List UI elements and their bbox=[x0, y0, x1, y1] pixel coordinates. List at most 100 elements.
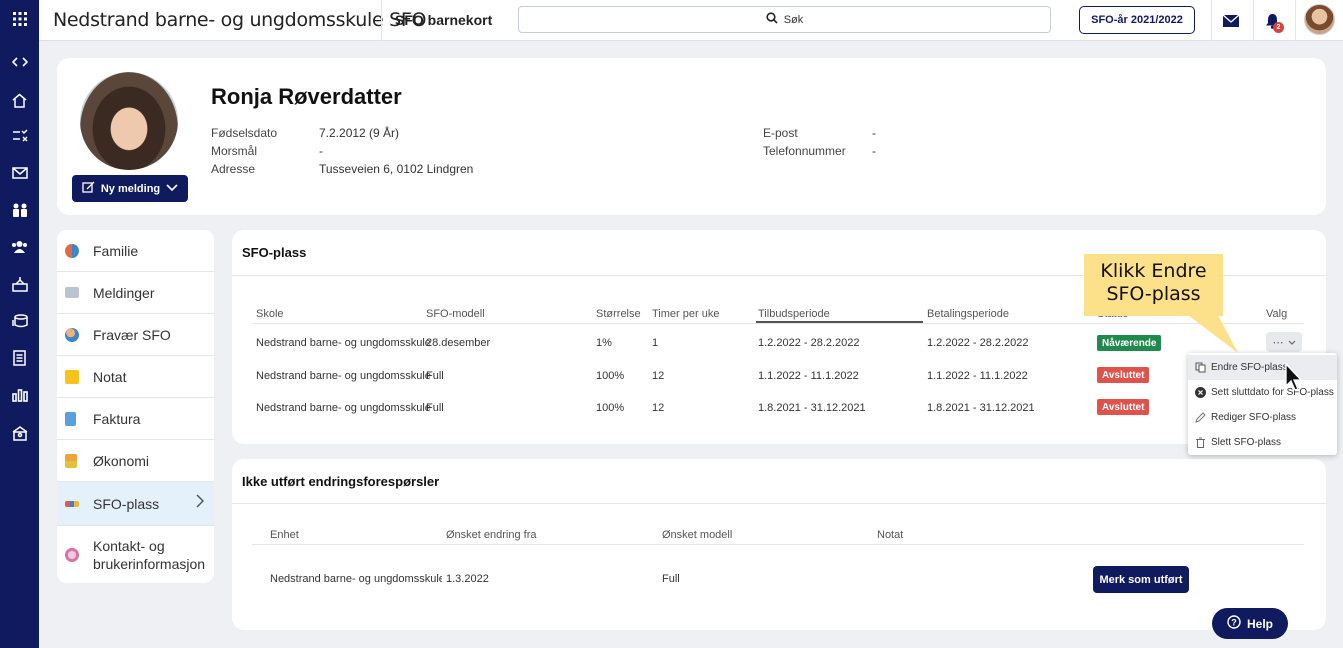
document-icon[interactable] bbox=[0, 343, 39, 373]
family-icon bbox=[65, 244, 79, 258]
menu-item-label: Faktura bbox=[93, 410, 141, 427]
table-cell: 1% bbox=[596, 337, 612, 349]
table-cell: 28.desember bbox=[426, 337, 491, 349]
search-icon bbox=[766, 12, 778, 27]
menu-item-meldinger[interactable]: Meldinger bbox=[57, 272, 214, 314]
address-label: Adresse bbox=[211, 162, 256, 176]
column-header[interactable]: Størrelse bbox=[596, 308, 641, 320]
student-name: Ronja Røverdatter bbox=[211, 84, 402, 109]
callout-pointer bbox=[1188, 315, 1238, 353]
mark-done-button[interactable]: Merk som utført bbox=[1093, 566, 1189, 593]
sort-indicator bbox=[756, 321, 923, 323]
search-input[interactable]: Søk bbox=[518, 6, 1051, 33]
menu-item-familie[interactable]: Familie bbox=[57, 230, 214, 272]
school-icon[interactable] bbox=[0, 269, 39, 299]
table-cell: 1.2.2022 - 28.2.2022 bbox=[758, 337, 860, 349]
menu-item-kontakt-og-brukerinformasjon[interactable]: Kontakt- og brukerinformasjon bbox=[57, 526, 214, 583]
table-cell: Full bbox=[426, 402, 444, 414]
column-header: Valg bbox=[1266, 308, 1288, 320]
menu-item-sett-sluttdato[interactable]: Sett sluttdato for SFO-plass bbox=[1188, 380, 1337, 405]
divider bbox=[1211, 0, 1212, 41]
contact-info-icon bbox=[65, 548, 79, 562]
new-message-button[interactable]: Ny melding bbox=[72, 175, 188, 202]
column-header[interactable]: Tilbudsperiode bbox=[758, 308, 830, 320]
search-label: Søk bbox=[783, 13, 804, 26]
menu-item-label: Slett SFO-plass bbox=[1211, 437, 1282, 448]
people-icon[interactable] bbox=[0, 232, 39, 262]
change-requests-card: Ikke utført endringsforespørsler Enhet Ø… bbox=[232, 459, 1326, 630]
menu-item-label: Sett sluttdato for SFO-plass bbox=[1211, 387, 1334, 398]
birthdate-value: 7.2.2012 (9 År) bbox=[319, 126, 400, 140]
menu-item-label: Notat bbox=[93, 368, 127, 385]
table-cell: 1.3.2022 bbox=[446, 573, 489, 585]
divider bbox=[381, 0, 382, 41]
home-icon[interactable] bbox=[0, 85, 39, 115]
card-title: Ikke utført endringsforespørsler bbox=[242, 474, 440, 489]
money-icon[interactable] bbox=[0, 306, 39, 336]
callout-line: Klikk Endre bbox=[1100, 260, 1207, 282]
menu-item-sfo-plass[interactable]: SFO-plass bbox=[57, 482, 214, 526]
menu-item-endre-sfo-plass[interactable]: Endre SFO-plass bbox=[1188, 355, 1337, 380]
row-actions-menu: Endre SFO-plass Sett sluttdato for SFO-p… bbox=[1188, 353, 1337, 455]
menu-item-okonomi[interactable]: Økonomi bbox=[57, 440, 214, 482]
svg-text:?: ? bbox=[1231, 618, 1237, 628]
menu-item-slett-sfo-plass[interactable]: Slett SFO-plass bbox=[1188, 430, 1337, 455]
column-header[interactable]: Timer per uke bbox=[652, 308, 719, 320]
mail-icon[interactable] bbox=[0, 158, 39, 188]
menu-item-rediger-sfo-plass[interactable]: Rediger SFO-plass bbox=[1188, 405, 1337, 430]
header-rule bbox=[252, 544, 1304, 545]
address-value: Tusseveien 6, 0102 Lindgren bbox=[319, 162, 474, 176]
invoice-icon bbox=[65, 412, 76, 426]
email-value: - bbox=[872, 126, 876, 140]
user-avatar[interactable] bbox=[1304, 4, 1335, 35]
column-header[interactable]: Betalingsperiode bbox=[927, 308, 1009, 320]
table-cell: 1.1.2022 - 11.1.2022 bbox=[927, 370, 1028, 382]
app-title: Nedstrand barne- og ungdomsskule SFO bbox=[53, 9, 427, 31]
row-actions-button[interactable]: ⋯ bbox=[1266, 332, 1302, 352]
envelope-icon bbox=[65, 287, 79, 298]
column-header: Enhet bbox=[270, 529, 299, 541]
status-badge: Avsluttet bbox=[1097, 367, 1150, 383]
profile-card: Ny melding Ronja Røverdatter Fødselsdato… bbox=[57, 58, 1326, 215]
column-header[interactable]: Skole bbox=[256, 308, 284, 320]
nav-rail bbox=[0, 0, 39, 648]
table-cell: 100% bbox=[596, 402, 625, 414]
top-bar: Nedstrand barne- og ungdomsskule SFO SFO… bbox=[39, 0, 1343, 41]
group-icon[interactable] bbox=[0, 195, 39, 225]
email-label: E-post bbox=[763, 126, 798, 140]
menu-item-label: brukerinformasjon bbox=[93, 555, 206, 572]
chevron-right-icon bbox=[196, 494, 205, 513]
column-header: Ønsket endring fra bbox=[446, 529, 537, 541]
more-icon: ⋯ bbox=[1272, 336, 1284, 349]
card-title: SFO-plass bbox=[242, 245, 307, 260]
mouse-cursor-icon bbox=[1285, 363, 1303, 391]
help-button[interactable]: ? Help bbox=[1212, 608, 1288, 639]
mail-icon[interactable] bbox=[1220, 10, 1242, 32]
economy-icon bbox=[65, 454, 77, 468]
copy-icon bbox=[1195, 362, 1206, 373]
chevron-down-icon bbox=[1288, 336, 1296, 348]
help-label: Help bbox=[1246, 616, 1273, 631]
header-rule bbox=[252, 323, 1304, 324]
table-cell: 1.2.2022 - 28.2.2022 bbox=[927, 337, 1029, 349]
column-header: Ønsket modell bbox=[662, 529, 733, 541]
bell-icon[interactable]: 2 bbox=[1261, 10, 1284, 33]
table-cell: Full bbox=[662, 573, 680, 585]
divider bbox=[1253, 0, 1254, 41]
new-message-label: Ny melding bbox=[100, 182, 161, 195]
mother-tongue-label: Morsmål bbox=[211, 144, 258, 158]
building-icon[interactable] bbox=[0, 418, 39, 448]
column-header[interactable]: SFO-modell bbox=[426, 308, 485, 320]
page-title: SFO barnekort bbox=[395, 12, 493, 28]
menu-item-faktura[interactable]: Faktura bbox=[57, 398, 214, 440]
apps-grid-icon[interactable] bbox=[0, 4, 39, 34]
table-cell: 1.8.2021 - 31.12.2021 bbox=[927, 402, 1035, 414]
trash-icon bbox=[1195, 437, 1206, 448]
menu-item-notat[interactable]: Notat bbox=[57, 356, 214, 398]
tasks-icon[interactable] bbox=[0, 121, 39, 151]
expand-collapse-icon[interactable] bbox=[0, 47, 39, 77]
help-icon: ? bbox=[1227, 615, 1241, 632]
menu-item-fravaer-sfo[interactable]: Fravær SFO bbox=[57, 314, 214, 356]
statistics-icon[interactable] bbox=[0, 380, 39, 410]
school-year-button[interactable]: SFO-år 2021/2022 bbox=[1079, 6, 1195, 34]
